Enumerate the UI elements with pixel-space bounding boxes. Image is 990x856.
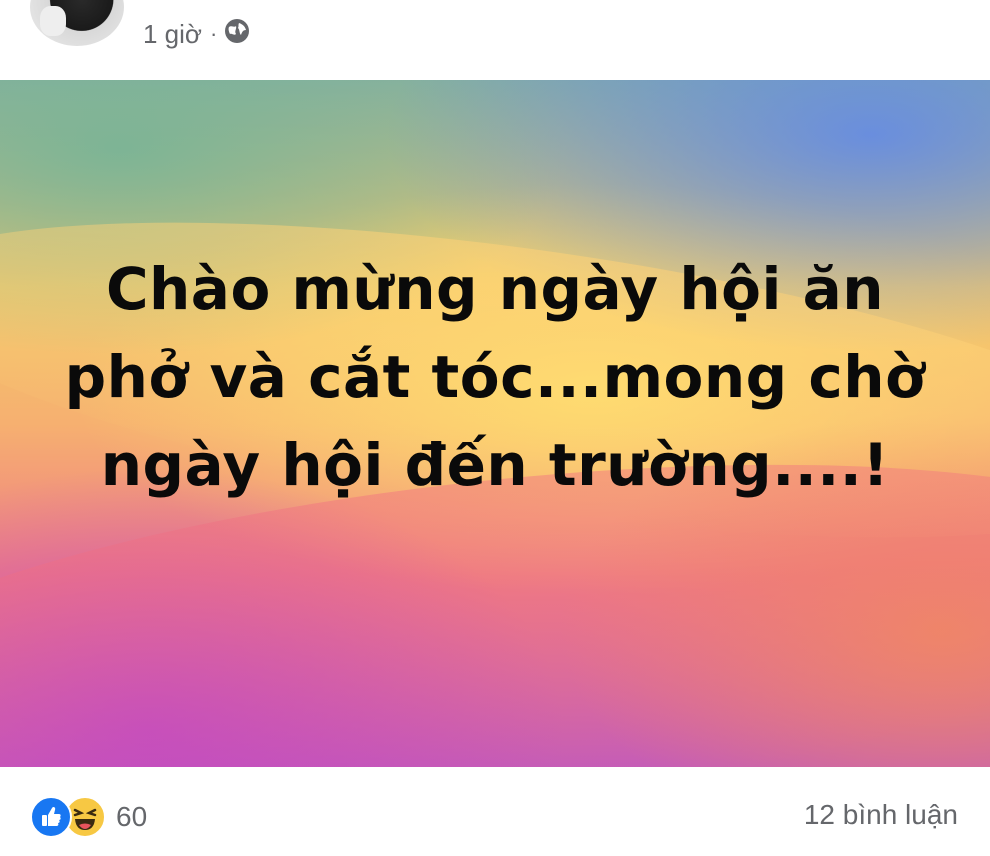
avatar[interactable] xyxy=(30,0,124,46)
post-timestamp[interactable]: 1 giờ xyxy=(143,19,202,50)
globe-icon[interactable] xyxy=(223,17,251,52)
meta-separator: · xyxy=(209,21,218,46)
post-meta: 1 giờ · xyxy=(143,14,251,54)
post-header: 1 giờ · xyxy=(0,0,990,80)
post-footer: 60 12 bình luận xyxy=(0,767,990,856)
post-message: Chào mừng ngày hội ăn phở và cắt tóc...m… xyxy=(64,255,926,499)
text-background-post[interactable]: Chào mừng ngày hội ăn phở và cắt tóc...m… xyxy=(0,80,990,767)
reactions-summary[interactable]: 60 xyxy=(30,796,148,838)
comment-count-link[interactable]: 12 bình luận xyxy=(804,799,958,831)
facebook-post: 1 giờ · Chào mừng ngày hội ăn phở và cắt… xyxy=(0,0,990,856)
like-icon xyxy=(30,796,72,838)
reaction-count: 60 xyxy=(116,801,148,832)
